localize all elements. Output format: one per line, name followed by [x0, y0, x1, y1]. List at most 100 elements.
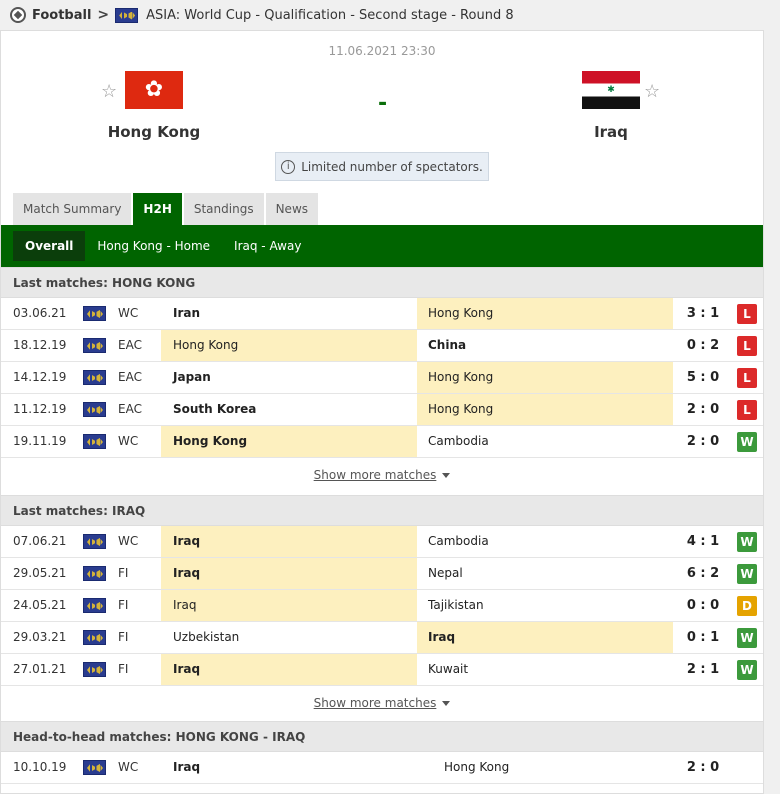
- afc-flag-icon: [83, 598, 106, 613]
- tab-h2h[interactable]: H2H: [133, 193, 182, 225]
- tab-standings[interactable]: Standings: [183, 193, 264, 225]
- competition-code: EAC: [118, 370, 142, 384]
- competition-code: FI: [118, 662, 129, 676]
- home-team-name[interactable]: Iraq: [161, 654, 417, 685]
- result-badge: W: [737, 660, 757, 680]
- match-score: 2 : 1: [686, 662, 720, 677]
- breadcrumb-sport[interactable]: Football: [32, 8, 91, 23]
- afc-flag-icon: [83, 370, 106, 385]
- afc-flag-icon: [115, 7, 139, 23]
- tab-news[interactable]: News: [265, 193, 319, 225]
- home-team-name[interactable]: Japan: [161, 362, 417, 393]
- away-team-name[interactable]: Iraq: [417, 622, 673, 653]
- match-row[interactable]: 03.06.21 WC Iran Hong Kong 3 : 1 L: [1, 298, 763, 330]
- match-row[interactable]: 14.12.19 EAC Japan Hong Kong 5 : 0 L: [1, 362, 763, 394]
- info-icon: i: [281, 159, 296, 174]
- afc-flag-icon: [83, 338, 106, 353]
- home-team-name[interactable]: Iraq: [161, 526, 417, 557]
- favorite-away-star-icon[interactable]: ☆: [644, 81, 660, 102]
- competition-code: WC: [118, 534, 139, 548]
- match-row[interactable]: 27.01.21 FI Iraq Kuwait 2 : 1 W: [1, 654, 763, 686]
- match-row[interactable]: 29.03.21 FI Uzbekistan Iraq 0 : 1 W: [1, 622, 763, 654]
- home-team-name[interactable]: Iraq: [161, 558, 417, 589]
- section-header: Last matches: HONG KONG: [1, 267, 763, 298]
- away-team-name[interactable]: Hong Kong: [417, 394, 673, 425]
- away-team-name[interactable]: China: [417, 330, 673, 361]
- match-row[interactable]: 18.12.19 EAC Hong Kong China 0 : 2 L: [1, 330, 763, 362]
- away-team-name[interactable]: Cambodia: [417, 426, 673, 457]
- home-team-name[interactable]: Iran: [161, 298, 417, 329]
- competition-code: WC: [118, 760, 139, 774]
- home-team-name[interactable]: Hong Kong: [161, 426, 417, 457]
- afc-flag-icon: [83, 630, 106, 645]
- subtab-away[interactable]: Iraq - Away: [222, 231, 313, 261]
- match-score: 5 : 0: [686, 370, 720, 385]
- caret-down-icon: [442, 701, 451, 706]
- away-team-name[interactable]: Iraq: [511, 123, 711, 141]
- home-team-name[interactable]: Iraq: [161, 590, 417, 621]
- afc-flag-icon: [83, 760, 106, 775]
- away-team-name[interactable]: Cambodia: [417, 526, 673, 557]
- result-badge: L: [737, 304, 757, 324]
- match-date: 07.06.21: [13, 534, 67, 548]
- home-team-name[interactable]: Iraq: [161, 752, 417, 783]
- away-team[interactable]: ✱ Iraq: [511, 71, 711, 141]
- afc-flag-icon: [83, 534, 106, 549]
- home-team-name[interactable]: Hong Kong: [54, 123, 254, 141]
- subtab-overall[interactable]: Overall: [13, 231, 86, 261]
- football-icon: [10, 7, 26, 23]
- home-team-name[interactable]: Hong Kong: [161, 330, 417, 361]
- h2h-subnav: Overall Hong Kong - Home Iraq - Away: [1, 225, 763, 267]
- chevron-right-icon: >: [97, 7, 110, 23]
- result-badge: W: [737, 432, 757, 452]
- home-team-name[interactable]: Uzbekistan: [161, 622, 417, 653]
- tab-match-summary[interactable]: Match Summary: [13, 193, 132, 225]
- match-row[interactable]: 19.11.19 WC Hong Kong Cambodia 2 : 0 W: [1, 426, 763, 458]
- away-team-name[interactable]: Kuwait: [417, 654, 673, 685]
- match-row[interactable]: 24.05.21 FI Iraq Tajikistan 0 : 0 D: [1, 590, 763, 622]
- match-tabs: Match Summary H2H Standings News: [13, 193, 320, 225]
- home-team-name[interactable]: South Korea: [161, 394, 417, 425]
- match-info-notice: i Limited number of spectators.: [275, 152, 489, 181]
- competition-code: WC: [118, 434, 139, 448]
- afc-flag-icon: [83, 402, 106, 417]
- competition-code: FI: [118, 566, 129, 580]
- show-more-label: Show more matches: [313, 468, 437, 482]
- afc-flag-icon: [83, 662, 106, 677]
- show-more-button[interactable]: Show more matches: [1, 459, 763, 492]
- section-header: Head-to-head matches: HONG KONG - IRAQ: [1, 721, 763, 752]
- away-team-name[interactable]: Hong Kong: [417, 362, 673, 393]
- caret-down-icon: [442, 473, 451, 478]
- away-team-name[interactable]: Tajikistan: [417, 590, 673, 621]
- result-badge: W: [737, 532, 757, 552]
- result-badge: D: [737, 596, 757, 616]
- afc-flag-icon: [83, 566, 106, 581]
- match-date: 10.10.19: [13, 760, 67, 774]
- match-score: 2 : 0: [686, 760, 720, 775]
- subtab-home[interactable]: Hong Kong - Home: [85, 231, 222, 261]
- away-team-name[interactable]: Nepal: [417, 558, 673, 589]
- match-row[interactable]: 07.06.21 WC Iraq Cambodia 4 : 1 W: [1, 526, 763, 558]
- match-datetime: 11.06.2021 23:30: [328, 44, 436, 58]
- match-date: 11.12.19: [13, 402, 67, 416]
- match-row[interactable]: 29.05.21 FI Iraq Nepal 6 : 2 W: [1, 558, 763, 590]
- show-more-button[interactable]: Show more matches: [1, 687, 763, 720]
- home-team[interactable]: ✿ Hong Kong: [54, 71, 254, 141]
- section-header: Last matches: IRAQ: [1, 495, 763, 526]
- match-info-text: Limited number of spectators.: [301, 159, 483, 174]
- breadcrumb-competition[interactable]: ASIA: World Cup - Qualification - Second…: [146, 8, 513, 23]
- match-row[interactable]: 10.10.19 WC Iraq Hong Kong 2 : 0: [1, 752, 763, 784]
- away-team-name[interactable]: Hong Kong: [433, 752, 689, 783]
- afc-flag-icon: [83, 566, 106, 581]
- match-date: 03.06.21: [13, 306, 67, 320]
- match-date: 27.01.21: [13, 662, 67, 676]
- afc-flag-icon: [83, 306, 106, 321]
- iraq-flag-icon: ✱: [582, 71, 640, 109]
- result-badge: L: [737, 400, 757, 420]
- afc-flag-icon: [83, 306, 106, 321]
- afc-flag-icon: [83, 434, 106, 449]
- competition-code: EAC: [118, 338, 142, 352]
- match-card: 11.06.2021 23:30 ☆ ✿ Hong Kong - ✱ Iraq …: [0, 30, 764, 794]
- away-team-name[interactable]: Hong Kong: [417, 298, 673, 329]
- match-row[interactable]: 11.12.19 EAC South Korea Hong Kong 2 : 0 L: [1, 394, 763, 426]
